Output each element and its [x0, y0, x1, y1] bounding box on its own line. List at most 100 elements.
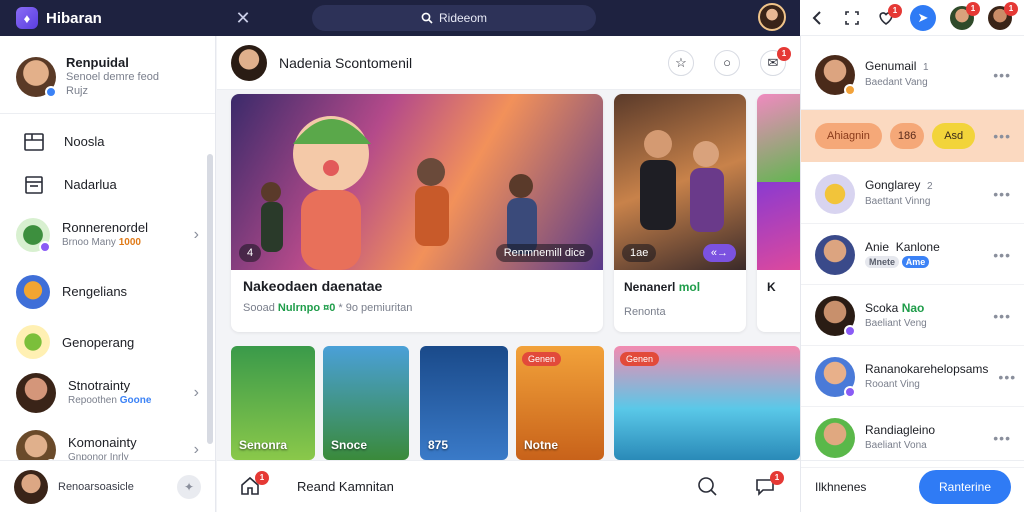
contact-name: Genumail 1: [865, 59, 929, 73]
expand-icon[interactable]: [842, 8, 862, 28]
chat-badge: 1: [770, 470, 784, 485]
right-panel: Genumail 1 Baedant Vang ••• Ahiagnin 186…: [800, 36, 1024, 512]
footer-avatar: [14, 469, 48, 504]
contact-name: Anie Kanlone: [865, 239, 940, 254]
contact-avatar-1[interactable]: 1: [950, 1, 980, 30]
contact-row-1[interactable]: Genumail 1 Baedant Vang •••: [801, 40, 1024, 110]
contact-avatar: [815, 417, 855, 458]
search-bar[interactable]: Rideeom: [312, 5, 596, 31]
contact-avatar: [815, 295, 856, 337]
card-3-image-top: [757, 94, 800, 182]
dashboard-icon: [24, 132, 44, 151]
close-icon[interactable]: ✕: [230, 8, 256, 29]
settings-icon[interactable]: ✦: [177, 474, 201, 499]
channel-name: Genoperang: [62, 334, 135, 350]
feature-card[interactable]: 4 Renmnemill dice Nakeodaen daenatae Soo…: [231, 94, 603, 332]
heart-icon[interactable]: 1: [876, 3, 902, 28]
left-sidebar: Renpuidal Senoel demre feod Rujz Noosla …: [0, 36, 216, 512]
thumbnail-chip: Genen: [620, 352, 660, 366]
channel-item-2[interactable]: Rengelians: [0, 263, 215, 320]
search-icon: [421, 12, 433, 24]
card-2-sub: Renonta: [624, 306, 666, 318]
thumbnail-5[interactable]: Genen: [614, 346, 800, 460]
sidebar-item-nadarlua[interactable]: Nadarlua: [0, 163, 215, 206]
more-icon[interactable]: •••: [993, 308, 1011, 324]
contact-avatar: [815, 356, 856, 398]
star-icon[interactable]: ☆: [668, 49, 694, 76]
contact-sub: Baeliant Veng: [865, 317, 927, 329]
contact-avatar: [815, 234, 855, 275]
send-icon[interactable]: ➤: [910, 4, 936, 31]
card-3-image-bottom: [757, 182, 800, 270]
more-icon[interactable]: •••: [993, 430, 1011, 446]
chevron-right-icon[interactable]: ›: [194, 441, 199, 459]
primary-action-button[interactable]: Ranterine: [919, 469, 1011, 504]
channel-avatar-2: [16, 274, 50, 309]
thumbnail-label: 875: [428, 438, 449, 452]
pill-1[interactable]: Ahiagnin: [815, 123, 882, 149]
channel-avatar-3: [16, 325, 50, 359]
channel-avatar[interactable]: [231, 44, 267, 81]
more-icon[interactable]: •••: [993, 128, 1011, 144]
chat-bubble-icon[interactable]: ○: [714, 49, 740, 76]
more-icon[interactable]: •••: [993, 247, 1011, 263]
contact-name: Gonglarey 2: [865, 178, 933, 192]
feature-title: Nakeodaen daenatae: [243, 278, 383, 294]
card-2-title: Nenanerl mol: [624, 280, 701, 294]
contact-row-6[interactable]: Randiagleino Baeliant Vona •••: [801, 408, 1024, 468]
contact-avatar-2[interactable]: 1: [988, 1, 1018, 30]
more-icon[interactable]: •••: [993, 67, 1011, 83]
channel-name: Rengelians: [62, 284, 128, 299]
channel-item-3[interactable]: Genoperang: [0, 320, 215, 364]
search-person-icon[interactable]: [696, 475, 720, 499]
footer-label: Renoarsoasicle: [58, 480, 134, 493]
notification-icon[interactable]: ✉ 1: [760, 46, 791, 76]
profile-card[interactable]: Renpuidal Senoel demre feod Rujz: [0, 36, 215, 114]
sidebar-footer[interactable]: Renoarsoasicle ✦: [0, 460, 215, 512]
thumbnail-label: Notne: [524, 438, 558, 452]
channel-item-1[interactable]: Ronnerenordel Brnoo Many 1000 ›: [0, 206, 215, 263]
contact-tags: Mnete Ame: [865, 255, 983, 270]
contact-sub: Baettant Vinng: [865, 196, 931, 207]
contact-name: Scoka Nao: [865, 300, 925, 315]
more-icon[interactable]: •••: [993, 186, 1011, 202]
chevron-right-icon[interactable]: ›: [194, 226, 199, 244]
thumbnail-label: Senonra: [239, 438, 288, 452]
sidebar-item-label: Noosla: [64, 134, 105, 149]
sidebar-item-noosla[interactable]: Noosla: [0, 120, 215, 163]
contact-row-3[interactable]: Anie Kanlone Mnete Ame •••: [801, 225, 1024, 285]
sidebar-scrollbar[interactable]: [207, 154, 213, 444]
thumbnail-2[interactable]: Snoce: [323, 346, 409, 460]
contact-avatar: [815, 173, 855, 214]
user-avatar[interactable]: [758, 3, 786, 31]
calendar-icon: [25, 175, 43, 194]
video-card-2[interactable]: 1ae «→ Nenanerl mol Renonta: [614, 94, 746, 332]
video-card-3[interactable]: K: [757, 94, 800, 332]
chat-icon[interactable]: 1: [754, 470, 784, 499]
pill-2[interactable]: 186: [889, 123, 925, 149]
thumbnail-1[interactable]: Senonra: [231, 346, 315, 460]
avatar-badge-1: 1: [966, 1, 980, 16]
contact-row-5[interactable]: Rananokarehelopsams Rooant Ving •••: [801, 347, 1024, 407]
footer-label[interactable]: Ilkhnenes: [815, 480, 919, 494]
brand[interactable]: ♦ Hibaran: [0, 7, 220, 29]
chevron-right-icon[interactable]: ›: [194, 384, 199, 402]
contact-row-2[interactable]: Gonglarey 2 Baettant Vinng •••: [801, 164, 1024, 224]
status-dot: [844, 385, 856, 398]
back-icon[interactable]: [808, 8, 828, 28]
pill-3[interactable]: Asd: [932, 123, 976, 149]
channel-item-4[interactable]: Stnotrainty Repoothen Goone ›: [0, 364, 215, 421]
contact-sub: Baeliant Vona: [865, 439, 927, 451]
more-icon[interactable]: •••: [998, 369, 1016, 385]
profile-name: Renpuidal: [66, 54, 129, 70]
contact-row-4[interactable]: Scoka Nao Baeliant Veng •••: [801, 286, 1024, 346]
footer-label[interactable]: Reand Kamnitan: [297, 479, 662, 494]
profile-sub-2: Rujz: [66, 84, 89, 97]
thumbnail-label: Snoce: [331, 438, 368, 452]
feature-sub: Sooad Nulrnpo ¤0 * 9o pemiuritan: [243, 302, 413, 314]
home-icon[interactable]: 1: [239, 470, 269, 499]
thumbnail-4[interactable]: Genen Notne: [516, 346, 604, 460]
thumbnail-3[interactable]: 875: [420, 346, 508, 460]
card-2-overlay-left: 1ae: [622, 244, 657, 262]
profile-sub-1: Senoel demre feod: [66, 70, 159, 83]
